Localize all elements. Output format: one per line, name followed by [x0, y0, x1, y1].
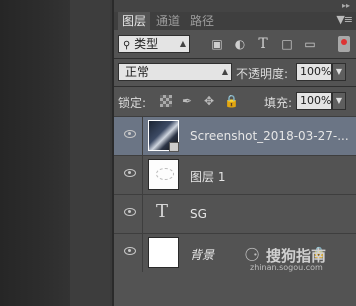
column-divider [142, 195, 143, 233]
column-divider [142, 117, 143, 155]
visibility-eye-icon[interactable] [124, 130, 136, 138]
layer-list: Screenshot_2018-03-27-... 图层 1 T SG 背景 🔒 [114, 116, 356, 306]
chevron-updown-icon: ▲ [179, 39, 186, 48]
column-divider [142, 234, 143, 272]
visibility-eye-icon[interactable] [124, 247, 136, 255]
lock-brush-icon[interactable]: ✒ [180, 94, 194, 108]
divider [114, 58, 356, 59]
lock-move-icon[interactable]: ✥ [202, 94, 216, 108]
layer-name[interactable]: 图层 1 [190, 168, 225, 185]
filter-kind-label: 类型 [134, 37, 159, 51]
tab-channels[interactable]: 通道 [152, 12, 184, 30]
visibility-eye-icon[interactable] [124, 169, 136, 177]
shape-filter-icon[interactable]: □ [280, 37, 294, 51]
layer-row-screenshot[interactable]: Screenshot_2018-03-27-... [114, 116, 356, 155]
fill-input[interactable]: 100% [296, 92, 332, 110]
smart-object-badge-icon [169, 142, 179, 152]
layer-name[interactable]: Screenshot_2018-03-27-... [190, 129, 349, 143]
layer-name[interactable]: 背景 [190, 246, 214, 263]
filter-toggle[interactable] [338, 36, 350, 52]
panel-menu-icon[interactable]: ▼≡ [336, 13, 353, 26]
sogou-watermark: ⚆ 搜狗指南 zhinan.sogou.com [244, 243, 350, 272]
panel-header-bar: ▸▸ [114, 0, 356, 12]
layers-panel: ▸▸ 图层 通道 路径 ▼≡ ⚲ 类型 ▲ ▣ ◐ T □ ▭ 正常 ▲ 不透明… [112, 0, 356, 306]
visibility-eye-icon[interactable] [124, 208, 136, 216]
tab-paths[interactable]: 路径 [186, 12, 218, 30]
type-filter-icon[interactable]: T [256, 37, 270, 51]
blend-mode-value: 正常 [125, 65, 150, 79]
column-divider [142, 156, 143, 194]
adjustment-filter-icon[interactable]: ◐ [233, 37, 247, 51]
fill-label: 填充: [264, 96, 293, 110]
lock-label: 锁定: [118, 96, 147, 110]
opacity-dropdown-button[interactable]: ▼ [332, 63, 346, 81]
fill-dropdown-button[interactable]: ▼ [332, 92, 346, 110]
watermark-url: zhinan.sogou.com [250, 263, 323, 272]
opacity-label: 不透明度: [236, 67, 289, 81]
tab-layers[interactable]: 图层 [118, 12, 151, 30]
blend-mode-select[interactable]: 正常 ▲ [118, 63, 232, 81]
lock-transparency-icon[interactable] [160, 95, 172, 107]
lock-all-icon[interactable]: 🔒 [224, 94, 239, 108]
layer-name[interactable]: SG [190, 207, 207, 221]
collapse-icon[interactable]: ▸▸ [342, 1, 350, 10]
canvas-area-edge [0, 0, 70, 306]
search-icon: ⚲ [123, 40, 131, 51]
sketch-mark-icon [156, 168, 174, 180]
divider [114, 86, 356, 87]
layer-filter-select[interactable]: ⚲ 类型 ▲ [118, 35, 190, 53]
panel-tabs: 图层 通道 路径 ▼≡ [114, 12, 356, 30]
workspace-background [70, 0, 110, 306]
layer-row-layer1[interactable]: 图层 1 [114, 155, 356, 194]
opacity-input[interactable]: 100% [296, 63, 332, 81]
type-layer-icon: T [156, 201, 169, 222]
layer-row-sg[interactable]: T SG [114, 194, 356, 233]
smart-object-filter-icon[interactable]: ▭ [303, 37, 317, 51]
image-filter-icon[interactable]: ▣ [210, 37, 224, 51]
chevron-updown-icon: ▲ [221, 67, 228, 76]
layer-thumbnail [148, 237, 179, 268]
